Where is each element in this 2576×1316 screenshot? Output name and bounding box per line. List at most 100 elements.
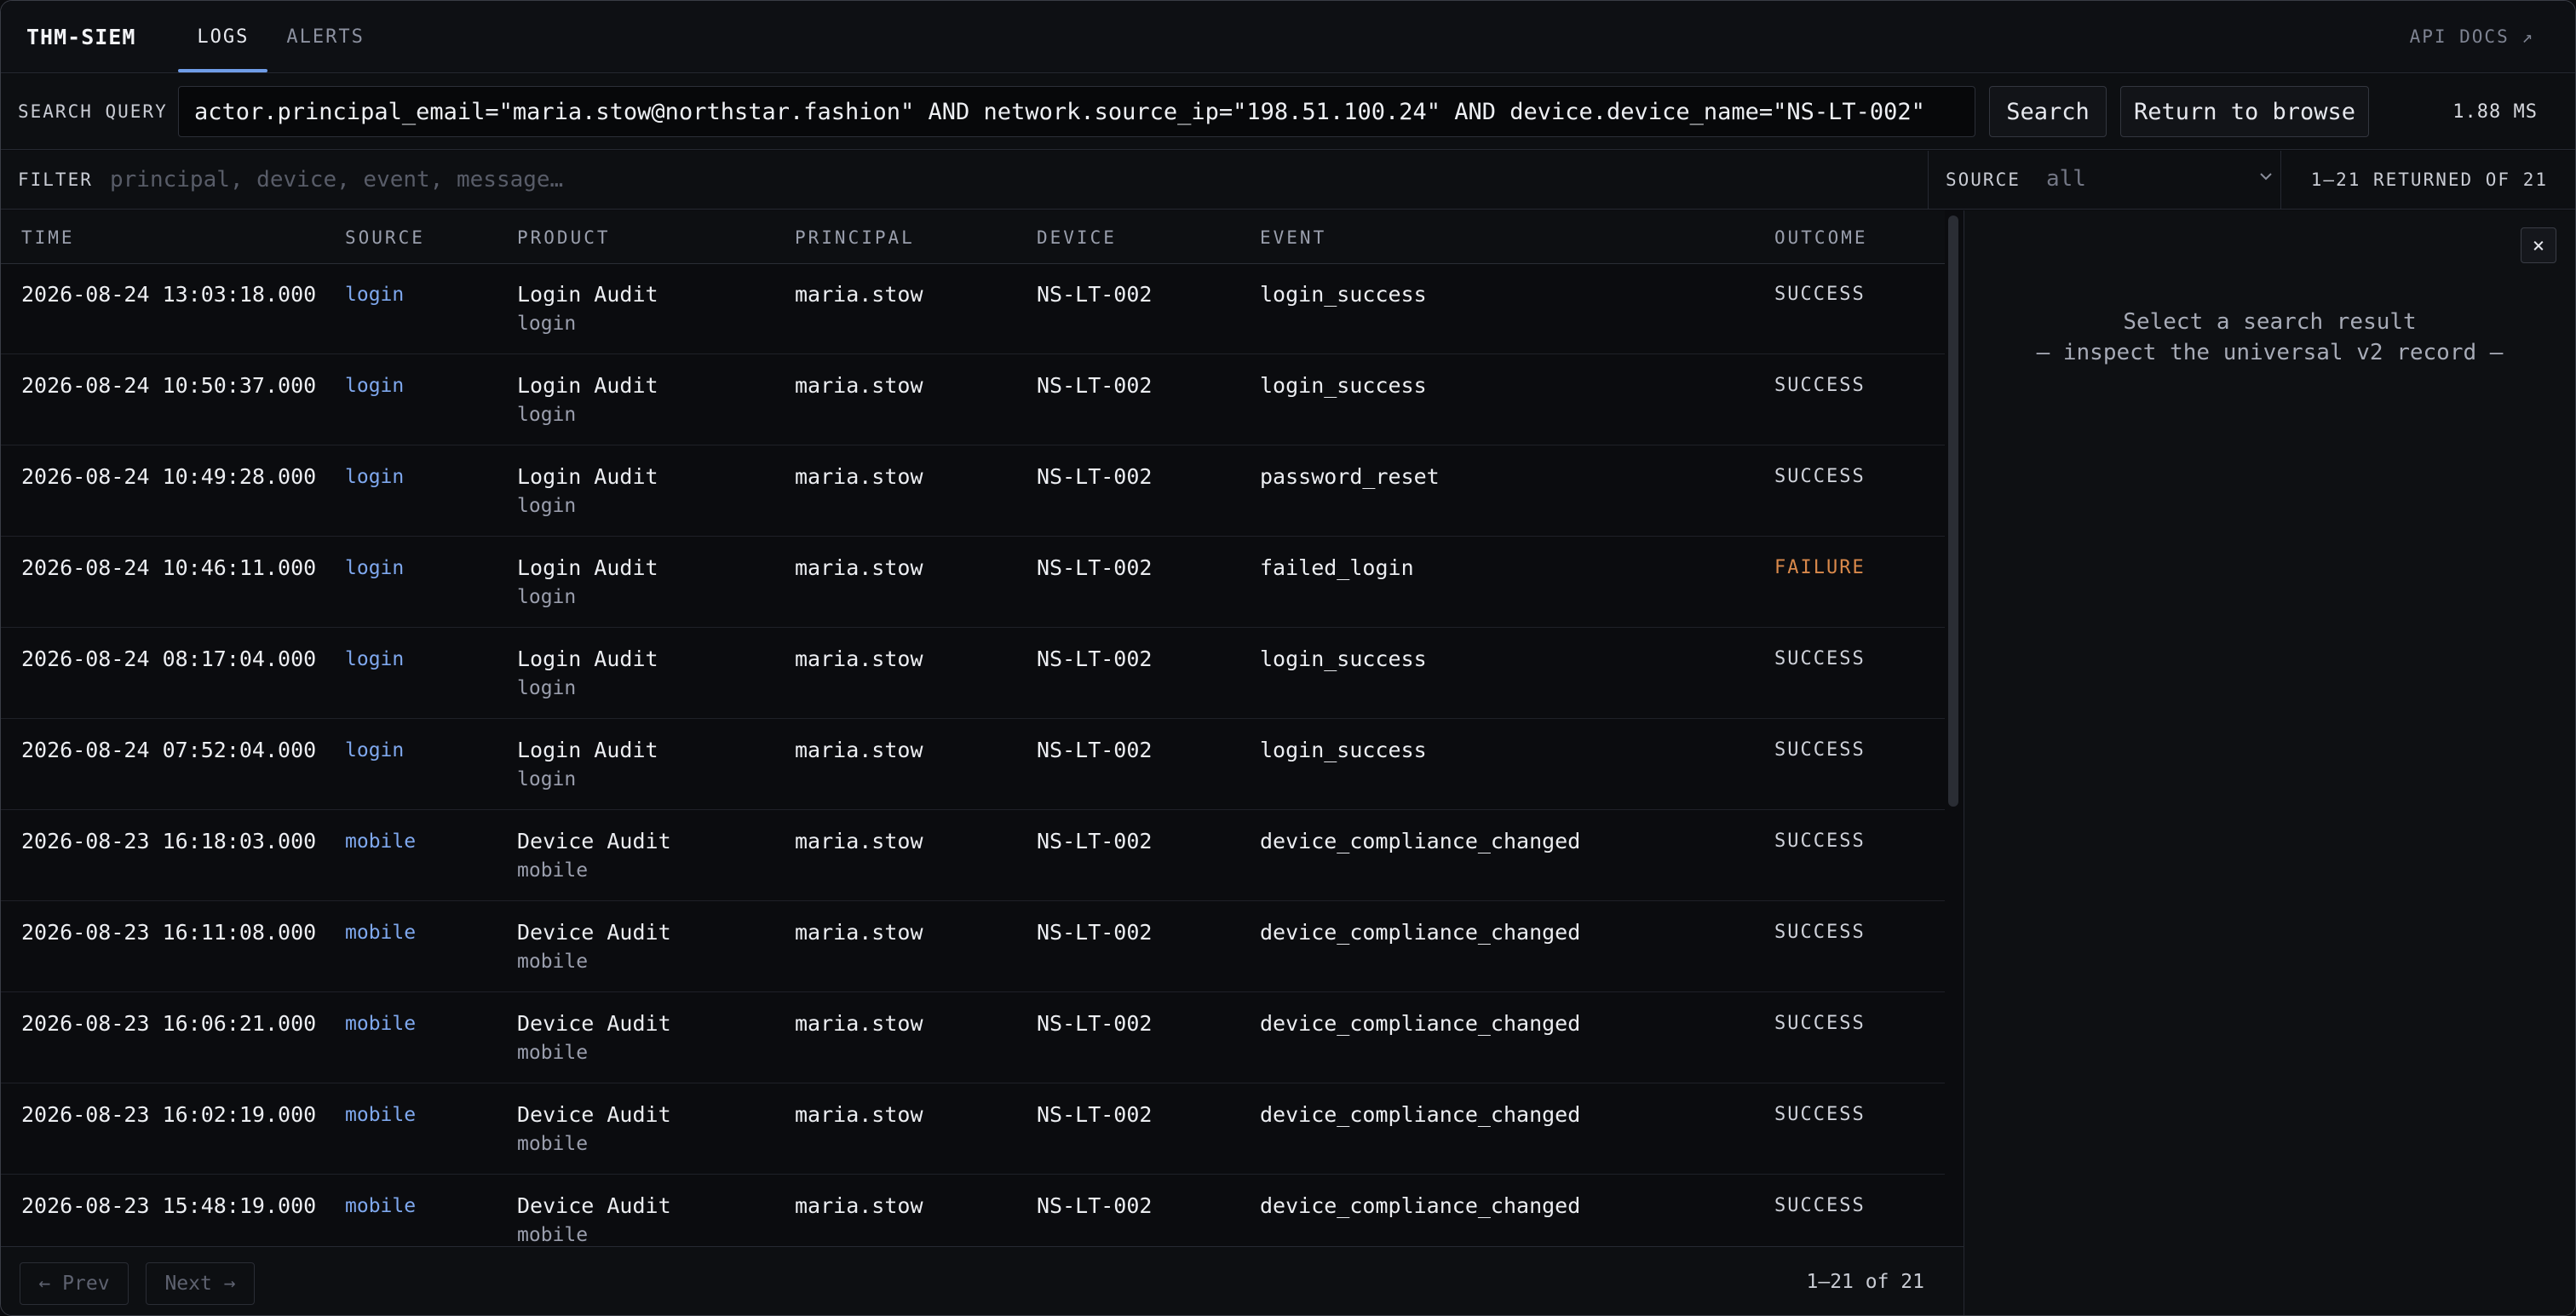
filter-bar: FILTER SOURCE all 1–21 RETURNED OF 21 <box>1 151 2575 210</box>
search-query-input[interactable] <box>178 86 1975 137</box>
cell-product: Device Audit <box>517 920 671 945</box>
cell-time: 2026-08-24 10:50:37.000 <box>21 373 317 398</box>
query-elapsed-time: 1.88 MS <box>2452 101 2538 123</box>
cell-source-link[interactable]: mobile <box>345 1195 416 1217</box>
cell-source-link[interactable]: login <box>345 375 404 397</box>
column-header-event[interactable]: EVENT <box>1260 227 1326 248</box>
cell-product: Login Audit <box>517 282 658 307</box>
cell-time: 2026-08-24 08:17:04.000 <box>21 647 317 671</box>
cell-source-link[interactable]: mobile <box>345 1104 416 1126</box>
results-table: TIME SOURCE PRODUCT PRINCIPAL DEVICE EVE… <box>1 210 1945 1246</box>
source-select[interactable]: SOURCE all <box>1928 151 2281 209</box>
cell-outcome: SUCCESS <box>1774 466 1866 487</box>
cell-outcome: SUCCESS <box>1774 1013 1866 1034</box>
filter-input[interactable] <box>101 161 1055 198</box>
cell-source-link[interactable]: login <box>345 739 404 761</box>
close-panel-button[interactable]: × <box>2521 227 2556 263</box>
cell-principal: maria.stow <box>795 1102 923 1127</box>
cell-outcome: SUCCESS <box>1774 739 1866 761</box>
cell-outcome: SUCCESS <box>1774 922 1866 943</box>
cell-source-link[interactable]: login <box>345 648 404 670</box>
cell-event: device_compliance_changed <box>1260 1011 1581 1036</box>
cell-source-link[interactable]: mobile <box>345 922 416 944</box>
cell-principal: maria.stow <box>795 1011 923 1036</box>
cell-outcome: SUCCESS <box>1774 284 1866 305</box>
cell-product-sub: mobile <box>517 1224 589 1246</box>
table-scrollbar[interactable] <box>1948 216 1958 807</box>
cell-source-link[interactable]: mobile <box>345 1013 416 1035</box>
column-header-outcome[interactable]: OUTCOME <box>1774 227 1868 248</box>
column-header-device[interactable]: DEVICE <box>1037 227 1117 248</box>
table-row[interactable]: 2026-08-24 10:50:37.000 login Login Audit m… <box>1 354 1945 445</box>
prev-page-button[interactable]: ← Prev <box>20 1262 129 1305</box>
cell-device: NS-LT-002 <box>1037 1193 1153 1218</box>
cell-device: NS-LT-002 <box>1037 282 1153 307</box>
cell-source-link[interactable]: login <box>345 284 404 306</box>
cell-product: Login Audit <box>517 555 658 580</box>
cell-product-sub: login <box>517 495 577 517</box>
table-row[interactable]: 2026-08-23 16:18:03.000 mobile Device Audi… <box>1 810 1945 901</box>
tab-alerts[interactable]: ALERTS <box>267 1 382 72</box>
cell-product-sub: login <box>517 586 577 608</box>
column-header-source[interactable]: SOURCE <box>345 227 425 248</box>
brand-logo: THM-SIEM <box>26 24 136 49</box>
search-bar: SEARCH QUERY Search Return to browse 1.8… <box>1 74 2575 150</box>
record-detail-panel: × Select a search result — inspect the u… <box>1964 210 2575 1315</box>
return-to-browse-button[interactable]: Return to browse <box>2120 86 2369 137</box>
table-row[interactable]: 2026-08-24 08:17:04.000 login Login Audit m… <box>1 628 1945 719</box>
cell-source-link[interactable]: login <box>345 557 404 579</box>
column-header-principal[interactable]: PRINCIPAL <box>795 227 915 248</box>
cell-outcome: SUCCESS <box>1774 648 1866 669</box>
source-label: SOURCE <box>1946 170 2021 190</box>
cell-source-link[interactable]: login <box>345 466 404 488</box>
cell-device: NS-LT-002 <box>1037 738 1153 762</box>
table-row[interactable]: 2026-08-23 16:11:08.000 mobile Device Audi… <box>1 901 1945 992</box>
cell-product: Device Audit <box>517 1193 671 1218</box>
cell-time: 2026-08-24 13:03:18.000 <box>21 282 317 307</box>
top-nav: THM-SIEM LOGS ALERTS API DOCS ↗ <box>1 1 2575 73</box>
cell-product: Login Audit <box>517 373 658 398</box>
cell-product-sub: login <box>517 677 577 699</box>
cell-event: device_compliance_changed <box>1260 1193 1581 1218</box>
cell-product-sub: mobile <box>517 951 589 973</box>
cell-principal: maria.stow <box>795 464 923 489</box>
table-row[interactable]: 2026-08-23 15:48:19.000 mobile Device Audi… <box>1 1175 1945 1246</box>
table-row[interactable]: 2026-08-24 10:46:11.000 login Login Audit m… <box>1 537 1945 628</box>
cell-product: Login Audit <box>517 647 658 671</box>
cell-time: 2026-08-23 16:06:21.000 <box>21 1011 317 1036</box>
cell-product-sub: login <box>517 404 577 426</box>
cell-device: NS-LT-002 <box>1037 464 1153 489</box>
cell-product-sub: mobile <box>517 859 589 882</box>
column-header-time[interactable]: TIME <box>21 227 75 248</box>
cell-principal: maria.stow <box>795 1193 923 1218</box>
table-row[interactable]: 2026-08-23 16:06:21.000 mobile Device Audi… <box>1 992 1945 1083</box>
filter-label: FILTER <box>18 170 93 190</box>
cell-principal: maria.stow <box>795 647 923 671</box>
table-row[interactable]: 2026-08-24 13:03:18.000 login Login Audit m… <box>1 263 1945 354</box>
cell-product: Device Audit <box>517 1102 671 1127</box>
cell-event: password_reset <box>1260 464 1440 489</box>
cell-principal: maria.stow <box>795 555 923 580</box>
next-page-button[interactable]: Next → <box>146 1262 255 1305</box>
cell-outcome: FAILURE <box>1774 557 1866 578</box>
cell-product-sub: mobile <box>517 1042 589 1064</box>
empty-state-subhint: — inspect the universal v2 record — <box>2036 340 2504 365</box>
column-header-product[interactable]: PRODUCT <box>517 227 611 248</box>
cell-device: NS-LT-002 <box>1037 1102 1153 1127</box>
cell-source-link[interactable]: mobile <box>345 830 416 853</box>
cell-event: login_success <box>1260 738 1427 762</box>
cell-outcome: SUCCESS <box>1774 375 1866 396</box>
cell-principal: maria.stow <box>795 738 923 762</box>
tab-logs[interactable]: LOGS <box>178 1 268 72</box>
cell-time: 2026-08-23 16:18:03.000 <box>21 829 317 853</box>
cell-device: NS-LT-002 <box>1037 555 1153 580</box>
cell-time: 2026-08-24 10:46:11.000 <box>21 555 317 580</box>
api-docs-link[interactable]: API DOCS ↗ <box>2410 26 2534 47</box>
search-query-label: SEARCH QUERY <box>18 101 168 122</box>
cell-time: 2026-08-24 10:49:28.000 <box>21 464 317 489</box>
table-row[interactable]: 2026-08-24 10:49:28.000 login Login Audit m… <box>1 445 1945 537</box>
table-row[interactable]: 2026-08-23 16:02:19.000 mobile Device Audi… <box>1 1083 1945 1175</box>
table-row[interactable]: 2026-08-24 07:52:04.000 login Login Audit m… <box>1 719 1945 810</box>
chevron-down-icon <box>2260 173 2272 181</box>
search-button[interactable]: Search <box>1989 86 2107 137</box>
